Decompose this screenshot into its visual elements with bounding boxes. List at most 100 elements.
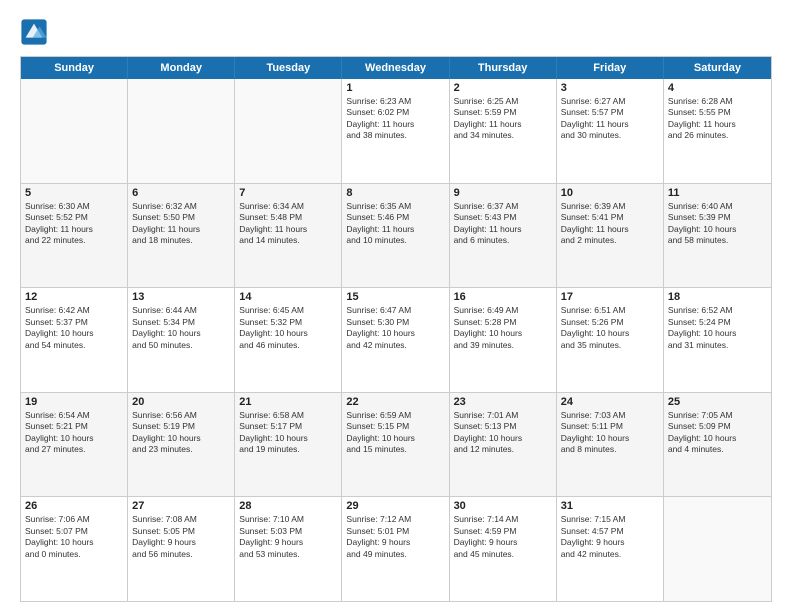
calendar-day-27: 27 Sunrise: 7:08 AM Sunset: 5:05 PM Dayli… [128,497,235,601]
header-day-monday: Monday [128,57,235,79]
day-number: 19 [25,396,123,408]
day-info: Sunrise: 6:42 AM Sunset: 5:37 PM Dayligh… [25,305,123,351]
calendar-day-21: 21 Sunrise: 6:58 AM Sunset: 5:17 PM Dayli… [235,393,342,497]
day-number: 23 [454,396,552,408]
day-number: 9 [454,187,552,199]
day-number: 12 [25,291,123,303]
calendar-day-28: 28 Sunrise: 7:10 AM Sunset: 5:03 PM Dayli… [235,497,342,601]
day-number: 5 [25,187,123,199]
logo [20,18,52,46]
page-header [20,18,772,46]
calendar-empty-cell [664,497,771,601]
day-info: Sunrise: 6:37 AM Sunset: 5:43 PM Dayligh… [454,201,552,247]
day-info: Sunrise: 7:03 AM Sunset: 5:11 PM Dayligh… [561,410,659,456]
day-info: Sunrise: 6:49 AM Sunset: 5:28 PM Dayligh… [454,305,552,351]
calendar-day-31: 31 Sunrise: 7:15 AM Sunset: 4:57 PM Dayli… [557,497,664,601]
calendar-day-13: 13Sunrise: 6:44 AM Sunset: 5:34 PM Dayli… [128,288,235,392]
day-info: Sunrise: 6:34 AM Sunset: 5:48 PM Dayligh… [239,201,337,247]
day-info: Sunrise: 7:10 AM Sunset: 5:03 PM Dayligh… [239,514,337,560]
calendar-day-29: 29 Sunrise: 7:12 AM Sunset: 5:01 PM Dayli… [342,497,449,601]
day-info: Sunrise: 7:05 AM Sunset: 5:09 PM Dayligh… [668,410,767,456]
day-number: 28 [239,500,337,512]
calendar-day-12: 12 Sunrise: 6:42 AM Sunset: 5:37 PM Dayli… [21,288,128,392]
calendar-week-2: 5 Sunrise: 6:30 AM Sunset: 5:52 PM Daylig… [21,183,771,288]
calendar-day-8: 8 Sunrise: 6:35 AM Sunset: 5:46 PM Daylig… [342,184,449,288]
header-day-wednesday: Wednesday [342,57,449,79]
day-info: Sunrise: 7:15 AM Sunset: 4:57 PM Dayligh… [561,514,659,560]
day-number: 31 [561,500,659,512]
day-number: 8 [346,187,444,199]
calendar-day-1: 1 Sunrise: 6:23 AM Sunset: 6:02 PM Daylig… [342,79,449,183]
day-info: Sunrise: 7:01 AM Sunset: 5:13 PM Dayligh… [454,410,552,456]
day-number: 24 [561,396,659,408]
calendar-day-3: 3 Sunrise: 6:27 AM Sunset: 5:57 PM Daylig… [557,79,664,183]
day-info: Sunrise: 6:56 AM Sunset: 5:19 PM Dayligh… [132,410,230,456]
calendar-day-2: 2 Sunrise: 6:25 AM Sunset: 5:59 PM Daylig… [450,79,557,183]
day-number: 13 [132,291,230,303]
day-info: Sunrise: 6:47 AM Sunset: 5:30 PM Dayligh… [346,305,444,351]
day-number: 17 [561,291,659,303]
calendar-day-11: 11 Sunrise: 6:40 AM Sunset: 5:39 PM Dayli… [664,184,771,288]
calendar-week-3: 12 Sunrise: 6:42 AM Sunset: 5:37 PM Dayli… [21,287,771,392]
day-info: Sunrise: 7:14 AM Sunset: 4:59 PM Dayligh… [454,514,552,560]
calendar-week-4: 19 Sunrise: 6:54 AM Sunset: 5:21 PM Dayli… [21,392,771,497]
calendar-week-1: 1 Sunrise: 6:23 AM Sunset: 6:02 PM Daylig… [21,79,771,183]
calendar-day-23: 23 Sunrise: 7:01 AM Sunset: 5:13 PM Dayli… [450,393,557,497]
day-number: 18 [668,291,767,303]
day-info: Sunrise: 6:27 AM Sunset: 5:57 PM Dayligh… [561,96,659,142]
day-info: Sunrise: 6:25 AM Sunset: 5:59 PM Dayligh… [454,96,552,142]
day-info: Sunrise: 6:32 AM Sunset: 5:50 PM Dayligh… [132,201,230,247]
day-info: Sunrise: 6:35 AM Sunset: 5:46 PM Dayligh… [346,201,444,247]
calendar-day-20: 20Sunrise: 6:56 AM Sunset: 5:19 PM Dayli… [128,393,235,497]
day-number: 1 [346,82,444,94]
header-day-saturday: Saturday [664,57,771,79]
day-info: Sunrise: 7:08 AM Sunset: 5:05 PM Dayligh… [132,514,230,560]
header-day-friday: Friday [557,57,664,79]
day-number: 25 [668,396,767,408]
calendar-empty-cell [21,79,128,183]
day-info: Sunrise: 7:06 AM Sunset: 5:07 PM Dayligh… [25,514,123,560]
day-number: 7 [239,187,337,199]
calendar-day-6: 6 Sunrise: 6:32 AM Sunset: 5:50 PM Daylig… [128,184,235,288]
day-info: Sunrise: 6:28 AM Sunset: 5:55 PM Dayligh… [668,96,767,142]
day-info: Sunrise: 7:12 AM Sunset: 5:01 PM Dayligh… [346,514,444,560]
calendar-week-5: 26Sunrise: 7:06 AM Sunset: 5:07 PM Dayli… [21,496,771,601]
day-number: 30 [454,500,552,512]
day-number: 3 [561,82,659,94]
day-info: Sunrise: 6:30 AM Sunset: 5:52 PM Dayligh… [25,201,123,247]
day-info: Sunrise: 6:51 AM Sunset: 5:26 PM Dayligh… [561,305,659,351]
calendar-day-19: 19 Sunrise: 6:54 AM Sunset: 5:21 PM Dayli… [21,393,128,497]
day-number: 21 [239,396,337,408]
calendar-day-5: 5 Sunrise: 6:30 AM Sunset: 5:52 PM Daylig… [21,184,128,288]
day-number: 29 [346,500,444,512]
calendar-day-25: 25 Sunrise: 7:05 AM Sunset: 5:09 PM Dayli… [664,393,771,497]
day-info: Sunrise: 6:23 AM Sunset: 6:02 PM Dayligh… [346,96,444,142]
day-number: 16 [454,291,552,303]
day-info: Sunrise: 6:58 AM Sunset: 5:17 PM Dayligh… [239,410,337,456]
day-number: 11 [668,187,767,199]
calendar-day-10: 10Sunrise: 6:39 AM Sunset: 5:41 PM Dayli… [557,184,664,288]
calendar: SundayMondayTuesdayWednesdayThursdayFrid… [20,56,772,602]
day-number: 14 [239,291,337,303]
calendar-day-22: 22 Sunrise: 6:59 AM Sunset: 5:15 PM Dayli… [342,393,449,497]
day-info: Sunrise: 6:40 AM Sunset: 5:39 PM Dayligh… [668,201,767,247]
day-info: Sunrise: 6:39 AM Sunset: 5:41 PM Dayligh… [561,201,659,247]
calendar-day-7: 7 Sunrise: 6:34 AM Sunset: 5:48 PM Daylig… [235,184,342,288]
day-number: 4 [668,82,767,94]
day-info: Sunrise: 6:54 AM Sunset: 5:21 PM Dayligh… [25,410,123,456]
header-day-thursday: Thursday [450,57,557,79]
day-number: 6 [132,187,230,199]
calendar-day-4: 4 Sunrise: 6:28 AM Sunset: 5:55 PM Daylig… [664,79,771,183]
day-number: 22 [346,396,444,408]
logo-icon [20,18,48,46]
calendar-day-30: 30 Sunrise: 7:14 AM Sunset: 4:59 PM Dayli… [450,497,557,601]
calendar-day-9: 9 Sunrise: 6:37 AM Sunset: 5:43 PM Daylig… [450,184,557,288]
calendar-day-24: 24 Sunrise: 7:03 AM Sunset: 5:11 PM Dayli… [557,393,664,497]
calendar-body: 1 Sunrise: 6:23 AM Sunset: 6:02 PM Daylig… [21,79,771,601]
calendar-day-17: 17 Sunrise: 6:51 AM Sunset: 5:26 PM Dayli… [557,288,664,392]
day-number: 2 [454,82,552,94]
calendar-day-16: 16 Sunrise: 6:49 AM Sunset: 5:28 PM Dayli… [450,288,557,392]
calendar-day-14: 14Sunrise: 6:45 AM Sunset: 5:32 PM Dayli… [235,288,342,392]
day-number: 27 [132,500,230,512]
day-info: Sunrise: 6:59 AM Sunset: 5:15 PM Dayligh… [346,410,444,456]
